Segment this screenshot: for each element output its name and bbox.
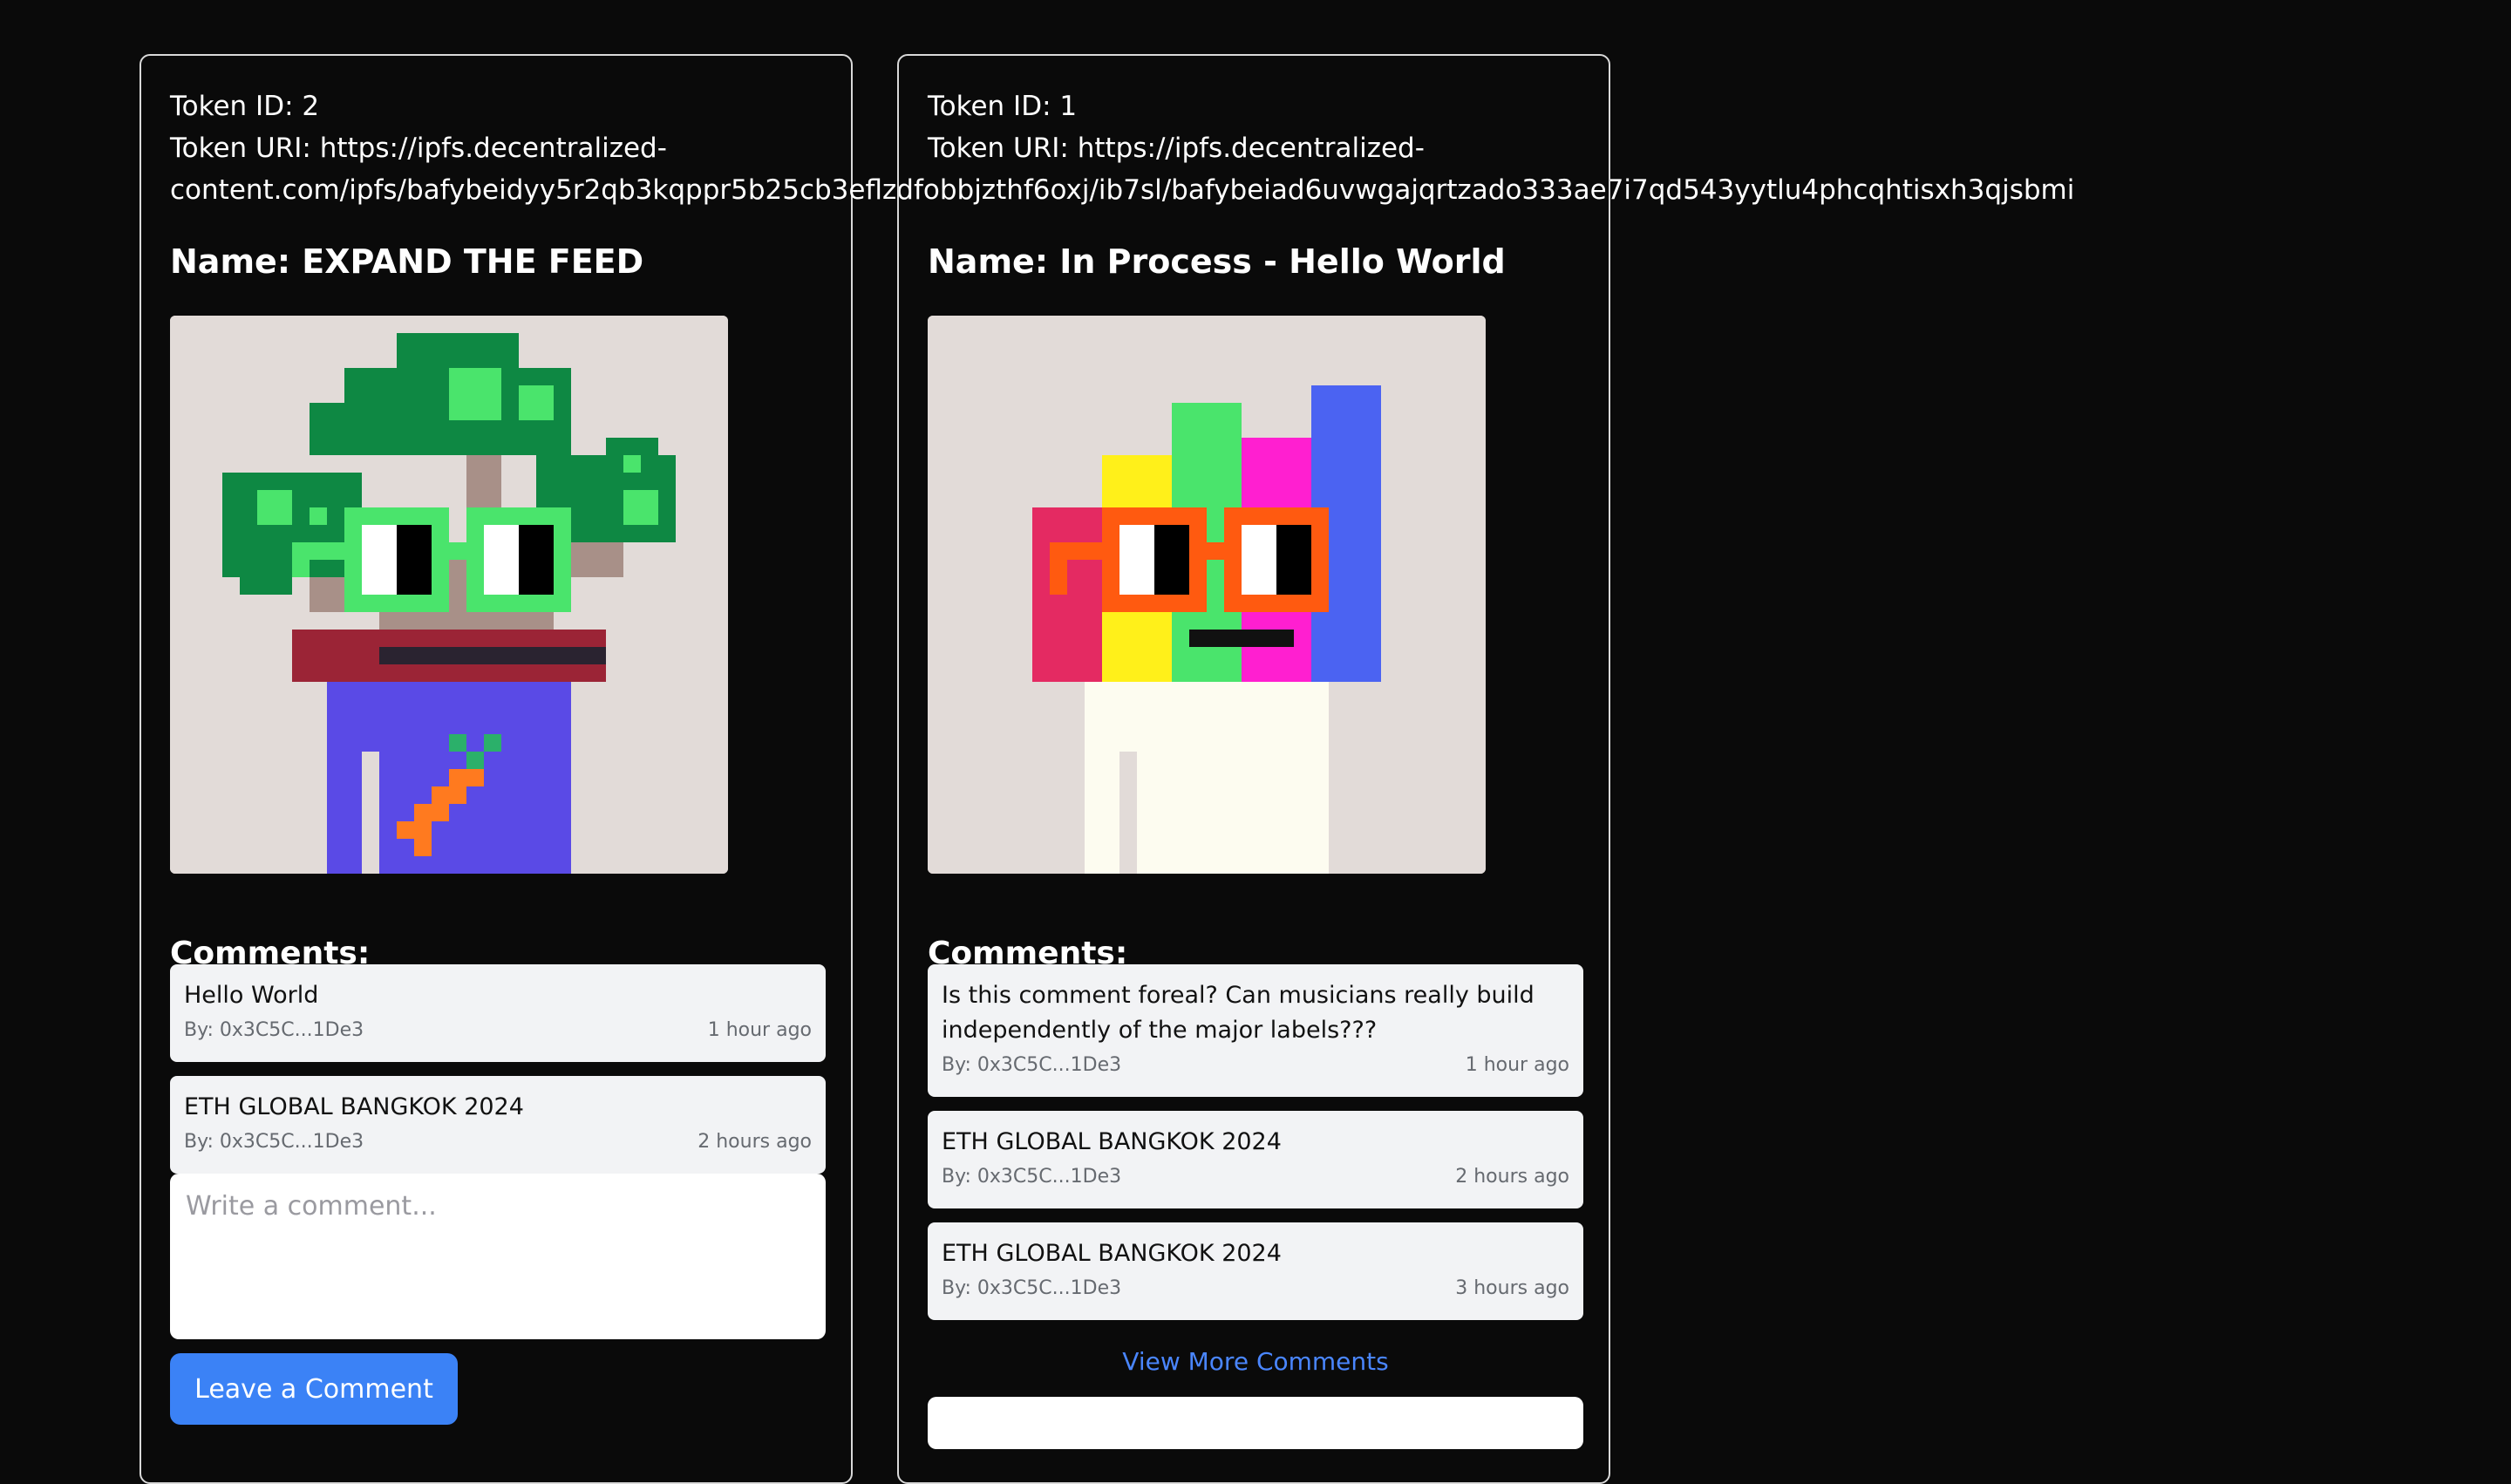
comment-author: By: 0x3C5C...1De3 <box>942 1054 1122 1076</box>
token-id: Token ID: 1 <box>928 91 1078 122</box>
comment-text: Hello World <box>184 982 319 1009</box>
comment-item: Is this comment foreal? Can musicians re… <box>928 964 1583 1097</box>
comment-author: By: 0x3C5C...1De3 <box>184 1131 364 1153</box>
token-id: Token ID: 2 <box>170 91 320 122</box>
comment-text: ETH GLOBAL BANGKOK 2024 <box>942 1128 1282 1155</box>
comment-time: 1 hour ago <box>1465 1054 1569 1076</box>
comment-time: 2 hours ago <box>698 1131 812 1153</box>
comment-text: ETH GLOBAL BANGKOK 2024 <box>184 1093 524 1120</box>
token-card-2: Token ID: 2 Token URI: https://ipfs.dece… <box>140 54 2074 1484</box>
comment-author: By: 0x3C5C...1De3 <box>184 1019 364 1041</box>
comment-time: 3 hours ago <box>1455 1277 1569 1299</box>
comment-text: ETH GLOBAL BANGKOK 2024 <box>942 1240 1282 1267</box>
comment-item: ETH GLOBAL BANGKOK 2024 By: 0x3C5C...1De… <box>928 1111 1583 1208</box>
token-card-1: Token ID: 1 Token URI: https://ipfs.dece… <box>897 54 1610 1484</box>
comment-input[interactable] <box>928 1397 1583 1449</box>
comment-item: ETH GLOBAL BANGKOK 2024 By: 0x3C5C...1De… <box>928 1222 1583 1320</box>
comment-author: By: 0x3C5C...1De3 <box>942 1166 1122 1188</box>
token-uri-label: Token URI: https://ipfs.decentralized- <box>928 133 1425 164</box>
comment-author: By: 0x3C5C...1De3 <box>942 1277 1122 1299</box>
view-more-comments-link[interactable]: View More Comments <box>928 1344 1583 1379</box>
comment-time: 2 hours ago <box>1455 1166 1569 1188</box>
comment-input[interactable] <box>170 1174 826 1339</box>
nft-image-plant-character <box>170 316 728 874</box>
token-name: Name: In Process - Hello World <box>928 242 1506 281</box>
comment-item: ETH GLOBAL BANGKOK 2024 By: 0x3C5C...1De… <box>170 1076 826 1174</box>
token-uri-label: Token URI: https://ipfs.decentralized- <box>170 133 667 164</box>
comment-item: Hello World By: 0x3C5C...1De3 1 hour ago <box>170 964 826 1062</box>
leave-comment-button[interactable]: Leave a Comment <box>170 1353 458 1425</box>
comment-time: 1 hour ago <box>707 1019 812 1041</box>
nft-image-color-bars-character <box>928 316 1486 874</box>
token-name: Name: EXPAND THE FEED <box>170 242 644 281</box>
comment-text: Is this comment foreal? Can musicians re… <box>942 982 1534 1044</box>
